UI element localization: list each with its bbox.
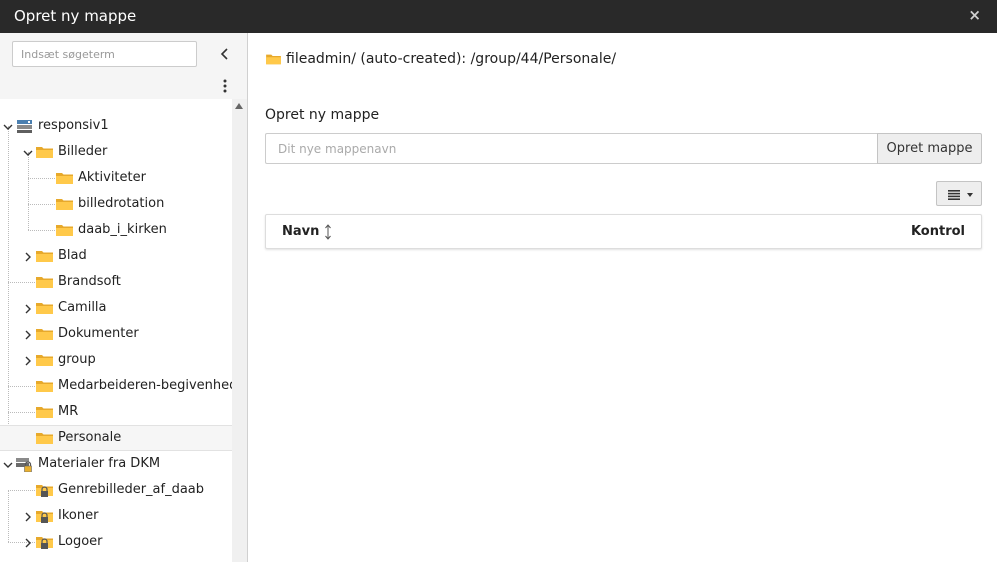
chevron-right-icon[interactable] <box>23 329 33 339</box>
tree-node-label: Camilla <box>58 300 107 315</box>
chevron-right-icon[interactable] <box>23 537 33 547</box>
tree-node-camilla[interactable]: Camilla <box>0 295 232 321</box>
tree-node-label: Aktiviteter <box>78 170 146 185</box>
tree-node-label: MR <box>58 404 79 419</box>
collapse-panel-icon[interactable] <box>217 45 233 63</box>
tree-node-brandsoft[interactable]: Brandsoft <box>0 269 232 295</box>
tree-scrollbar[interactable] <box>232 99 247 562</box>
folder-icon <box>265 52 282 66</box>
more-options-icon[interactable] <box>217 77 233 95</box>
chevron-right-icon[interactable] <box>23 511 33 521</box>
tree-node-label: Genrebilleder_af_daab <box>58 482 205 497</box>
folder-icon <box>36 144 53 160</box>
folder-icon <box>36 274 53 290</box>
tree-node-daab-i-kirken[interactable]: daab_i_kirken <box>0 217 232 243</box>
tree-node-label: Ikoner <box>58 508 99 523</box>
dialog-titlebar: Opret ny mappe × <box>0 0 997 33</box>
column-name[interactable]: Navn <box>282 215 319 248</box>
list-view-icon <box>948 189 960 200</box>
close-icon[interactable]: × <box>968 0 981 31</box>
file-table-header: Navn Kontrol <box>265 214 982 249</box>
tree-node-responsiv1[interactable]: responsiv1 <box>0 113 232 139</box>
sort-icon[interactable] <box>324 224 332 240</box>
tree-node-label: responsiv1 <box>38 118 109 133</box>
chevron-right-icon[interactable] <box>23 251 33 261</box>
locked-folder-icon <box>36 508 53 524</box>
view-mode-dropdown[interactable] <box>936 181 982 206</box>
tree-node-label: Brandsoft <box>58 274 121 289</box>
tree-node-mr[interactable]: MR <box>0 399 232 425</box>
folder-icon <box>56 222 73 238</box>
folder-icon <box>36 430 53 446</box>
tree-node-label: daab_i_kirken <box>78 222 167 237</box>
tree-node-group[interactable]: group <box>0 347 232 373</box>
chevron-right-icon[interactable] <box>23 355 33 365</box>
folder-icon <box>36 300 53 316</box>
scroll-up-arrow-icon[interactable] <box>235 103 243 109</box>
locked-folder-icon <box>36 534 53 550</box>
locked-storage-icon <box>16 456 33 472</box>
chevron-down-icon[interactable] <box>3 459 13 469</box>
chevron-right-icon[interactable] <box>23 303 33 313</box>
storage-icon <box>16 118 33 134</box>
folder-tree: responsiv1 Billeder Aktiviteter billedro… <box>0 99 232 562</box>
tree-node-logoer[interactable]: Logoer <box>0 529 232 555</box>
current-path: fileadmin/ (auto-created): /group/44/Per… <box>286 51 617 67</box>
tree-node-aktiviteter[interactable]: Aktiviteter <box>0 165 232 191</box>
tree-node-label: Logoer <box>58 534 103 549</box>
tree-node-personale[interactable]: Personale <box>0 425 232 451</box>
create-folder-button[interactable]: Opret mappe <box>877 133 982 164</box>
dialog-title: Opret ny mappe <box>14 7 137 25</box>
locked-folder-icon <box>36 482 53 498</box>
folder-icon <box>36 352 53 368</box>
tree-node-label: Dokumenter <box>58 326 139 341</box>
tree-node-billeder[interactable]: Billeder <box>0 139 232 165</box>
folder-icon <box>36 404 53 420</box>
tree-node-label: group <box>58 352 96 367</box>
tree-node-ikoner[interactable]: Ikoner <box>0 503 232 529</box>
tree-node-blad[interactable]: Blad <box>0 243 232 269</box>
chevron-down-icon[interactable] <box>3 121 13 131</box>
folder-icon <box>56 170 73 186</box>
tree-node-label: Billeder <box>58 144 108 159</box>
tree-node-medarbeideren[interactable]: Medarbeideren-begivenhedsbilleder <box>0 373 232 399</box>
tree-node-materialer-fra-dkm[interactable]: Materialer fra DKM <box>0 451 232 477</box>
main-content: fileadmin/ (auto-created): /group/44/Per… <box>249 33 997 562</box>
folder-icon <box>56 196 73 212</box>
tree-node-dokumenter[interactable]: Dokumenter <box>0 321 232 347</box>
tree-node-label: Blad <box>58 248 87 263</box>
folder-name-input[interactable] <box>265 133 878 164</box>
form-title: Opret ny mappe <box>265 107 380 123</box>
tree-node-genrebilleder[interactable]: Genrebilleder_af_daab <box>0 477 232 503</box>
tree-node-billedrotation[interactable]: billedrotation <box>0 191 232 217</box>
folder-icon <box>36 378 53 394</box>
tree-search-input[interactable] <box>12 41 197 67</box>
folder-icon <box>36 326 53 342</box>
tree-node-label: Medarbeideren-begivenhedsbilleder <box>58 378 232 393</box>
tree-node-label: Personale <box>58 430 122 445</box>
tree-node-label: Materialer fra DKM <box>38 456 161 471</box>
tree-node-label: billedrotation <box>78 196 165 211</box>
folder-tree-panel: responsiv1 Billeder Aktiviteter billedro… <box>0 33 248 562</box>
chevron-down-icon[interactable] <box>23 147 33 157</box>
column-control: Kontrol <box>910 224 965 239</box>
caret-down-icon <box>967 193 973 197</box>
folder-icon <box>36 248 53 264</box>
